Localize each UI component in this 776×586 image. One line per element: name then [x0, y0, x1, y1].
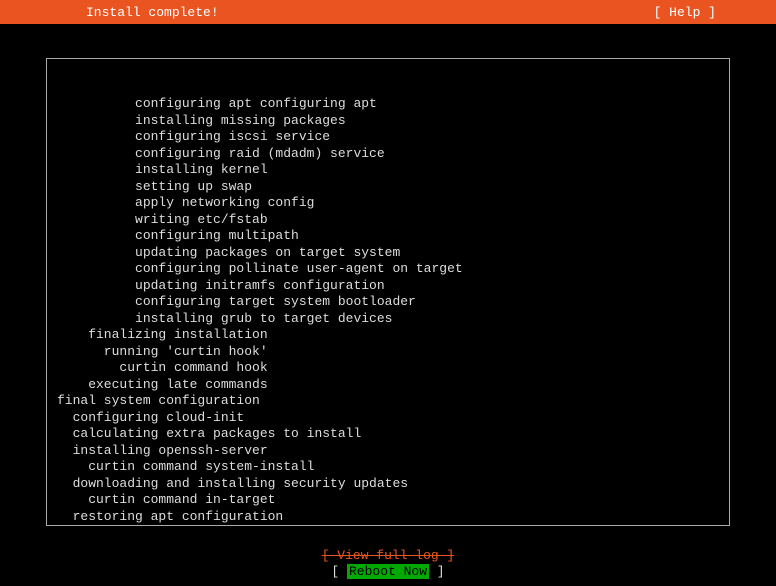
log-line: curtin command system-install	[57, 459, 719, 476]
log-line: final system configuration	[57, 393, 719, 410]
log-line: executing late commands	[57, 377, 719, 394]
log-line: configuring cloud-init	[57, 410, 719, 427]
footer-actions: [ View full log ] [ Reboot Now ]	[0, 548, 776, 580]
log-line: curtin command in-target	[57, 492, 719, 509]
log-line: installing missing packages	[57, 113, 719, 130]
log-line: restoring apt configuration	[57, 509, 719, 526]
header-bar: Install complete! [ Help ]	[0, 0, 776, 24]
log-line: installing grub to target devices	[57, 311, 719, 328]
bracket-close: ]	[429, 564, 445, 579]
page-title: Install complete!	[86, 5, 219, 20]
log-line: apply networking config	[57, 195, 719, 212]
log-line: downloading and installing security upda…	[57, 476, 719, 493]
log-line: configuring apt configuring apt	[57, 96, 719, 113]
log-line: finalizing installation	[57, 327, 719, 344]
scrollbar[interactable]	[719, 60, 728, 524]
log-line: updating initramfs configuration	[57, 278, 719, 295]
view-full-log-button[interactable]: [ View full log ]	[322, 548, 455, 564]
reboot-label: Reboot Now	[347, 564, 429, 579]
log-line: configuring pollinate user-agent on targ…	[57, 261, 719, 278]
log-line: setting up swap	[57, 179, 719, 196]
log-line: curtin command in-target	[57, 525, 719, 526]
log-line: configuring target system bootloader	[57, 294, 719, 311]
install-log: configuring apt configuring apt installi…	[46, 58, 730, 526]
log-line: installing openssh-server	[57, 443, 719, 460]
log-line: calculating extra packages to install	[57, 426, 719, 443]
help-button[interactable]: [ Help ]	[654, 5, 716, 20]
reboot-now-button[interactable]: [ Reboot Now ]	[331, 564, 444, 580]
bracket-open: [	[331, 564, 347, 579]
log-line: configuring iscsi service	[57, 129, 719, 146]
log-line: configuring multipath	[57, 228, 719, 245]
log-line: installing kernel	[57, 162, 719, 179]
log-line: writing etc/fstab	[57, 212, 719, 229]
log-line: configuring raid (mdadm) service	[57, 146, 719, 163]
log-line: running 'curtin hook'	[57, 344, 719, 361]
log-line: updating packages on target system	[57, 245, 719, 262]
log-line: curtin command hook	[57, 360, 719, 377]
